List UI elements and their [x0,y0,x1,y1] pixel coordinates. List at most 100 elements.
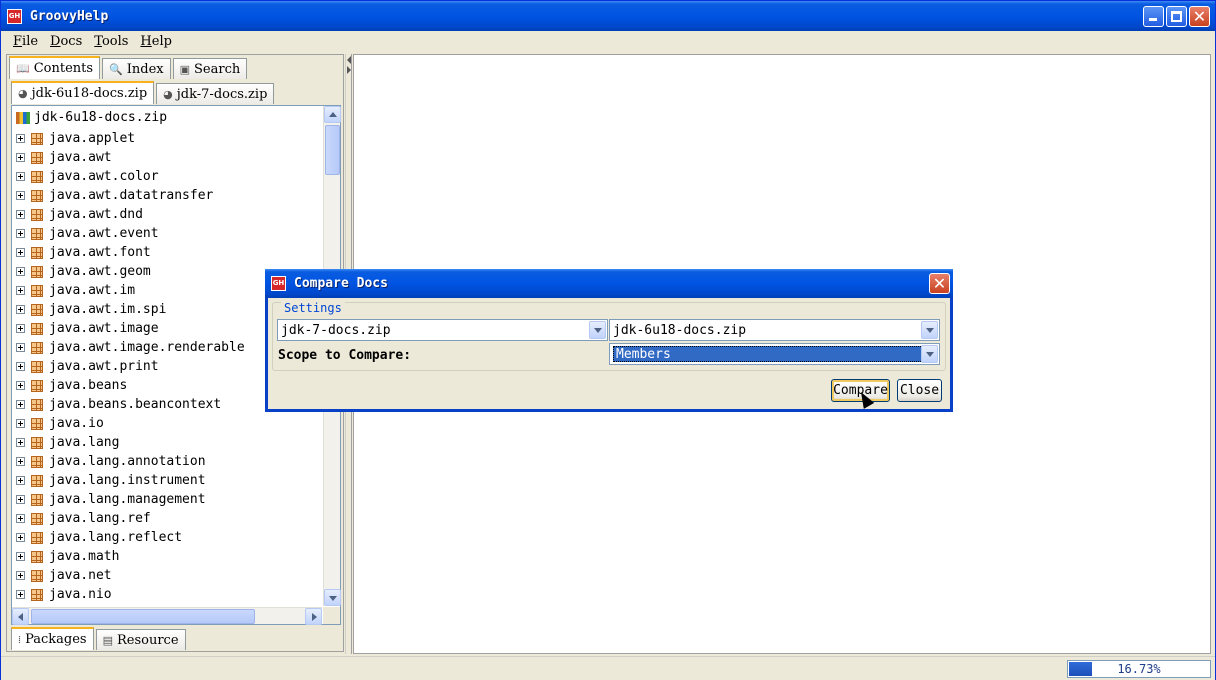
scope-select[interactable]: Members [609,343,940,365]
package-icon [31,550,43,563]
expand-icon[interactable] [16,457,25,466]
tree-item[interactable]: java.beans [16,376,127,395]
tree-item[interactable]: java.awt [16,148,112,167]
tab-packages[interactable]: ⁞ Packages [11,627,94,650]
tree-item[interactable]: java.beans.beancontext [16,395,221,414]
expand-icon[interactable] [16,248,25,257]
horizontal-scroll-thumb[interactable] [31,609,255,624]
expand-icon[interactable] [16,438,25,447]
expand-icon[interactable] [16,153,25,162]
tree-item[interactable]: java.awt.im [16,281,135,300]
compare-docs-dialog: GH Compare Docs ✕ Settings jdk-7-docs.zi… [265,269,953,412]
dialog-close-button[interactable]: ✕ [929,273,950,294]
expand-icon[interactable] [16,476,25,485]
expand-icon[interactable] [16,305,25,314]
expand-icon[interactable] [16,210,25,219]
close-button[interactable]: ✕ [1189,6,1210,27]
expand-icon[interactable] [16,419,25,428]
chevron-down-icon[interactable] [921,345,938,363]
title-bar[interactable]: GH GroovyHelp ✕ [1,1,1215,31]
tree-item[interactable]: java.awt.dnd [16,205,143,224]
expand-icon[interactable] [16,229,25,238]
collapse-right-icon[interactable] [347,66,351,74]
tab-doc-jdk7[interactable]: ◕ jdk-7-docs.zip [156,83,275,104]
expand-icon[interactable] [16,381,25,390]
tree-item[interactable]: java.lang [16,433,119,452]
tree-item[interactable]: java.lang.annotation [16,452,206,471]
expand-icon[interactable] [16,590,25,599]
tree-item[interactable]: java.lang.reflect [16,528,182,547]
tab-doc-jdk6[interactable]: ◕ jdk-6u18-docs.zip [11,81,155,104]
chevron-down-icon[interactable] [589,321,606,339]
menu-tools[interactable]: Tools [88,34,134,49]
minimize-button[interactable] [1143,6,1164,27]
expand-icon[interactable] [16,191,25,200]
right-doc-select[interactable]: jdk-6u18-docs.zip [609,319,940,341]
search-icon: ▣ [179,62,191,76]
expand-icon[interactable] [16,172,25,181]
tree-item[interactable]: java.applet [16,129,135,148]
package-icon [31,379,43,392]
expand-icon[interactable] [16,134,25,143]
tab-index[interactable]: 🔍 Index [102,58,171,79]
scroll-right-button[interactable] [305,608,322,625]
expand-icon[interactable] [16,571,25,580]
tree-item[interactable]: java.awt.event [16,224,159,243]
package-icon [31,189,43,202]
expand-icon[interactable] [16,552,25,561]
scroll-left-button[interactable] [12,608,29,625]
tree-item[interactable]: java.net [16,566,112,585]
close-icon: ✕ [932,274,947,293]
tree-item[interactable]: java.awt.datatransfer [16,186,213,205]
menu-help[interactable]: Help [134,34,178,49]
tab-resource[interactable]: ▤ Resource [95,629,186,650]
menu-file[interactable]: File [7,34,44,49]
packages-icon: ⁞ [18,633,22,646]
package-icon [31,227,43,240]
menu-docs[interactable]: Docs [44,34,88,49]
tree-item[interactable]: java.lang.instrument [16,471,206,490]
tree-item[interactable]: java.awt.color [16,167,159,186]
tree-root[interactable]: jdk-6u18-docs.zip [16,110,167,125]
tree-item[interactable]: java.math [16,547,119,566]
tree-item[interactable]: java.lang.ref [16,509,151,528]
expand-icon[interactable] [16,362,25,371]
tree-item[interactable]: java.awt.print [16,357,159,376]
package-icon [31,303,43,316]
expand-icon[interactable] [16,533,25,542]
horizontal-scrollbar[interactable] [12,607,322,625]
left-doc-select[interactable]: jdk-7-docs.zip [277,319,608,341]
maximize-button[interactable] [1166,6,1187,27]
resource-icon: ▤ [102,633,113,647]
package-icon [31,436,43,449]
tab-search[interactable]: ▣ Search [172,58,248,79]
expand-icon[interactable] [16,495,25,504]
scroll-up-button[interactable] [324,106,341,123]
expand-icon[interactable] [16,267,25,276]
package-icon [31,455,43,468]
expand-icon[interactable] [16,400,25,409]
main-window: GH GroovyHelp ✕ File Docs Tools Help 📖 Co… [0,0,1216,680]
close-dialog-button[interactable]: Close [897,379,942,402]
tree-item[interactable]: java.awt.image.renderable [16,338,245,357]
tree-item[interactable]: java.awt.font [16,243,151,262]
collapse-left-icon[interactable] [347,56,351,64]
tree-item[interactable]: java.awt.geom [16,262,151,281]
expand-icon[interactable] [16,343,25,352]
dialog-title-bar[interactable]: GH Compare Docs ✕ [265,269,953,298]
vertical-scroll-thumb[interactable] [325,125,340,175]
expand-icon[interactable] [16,286,25,295]
tree-item[interactable]: java.lang.management [16,490,206,509]
tree-item[interactable]: java.nio [16,585,112,604]
tree-item[interactable]: java.io [16,414,104,433]
tree-item[interactable]: java.awt.image [16,319,159,338]
tab-contents[interactable]: 📖 Contents [9,56,101,79]
tree-item[interactable]: java.awt.im.spi [16,300,166,319]
expand-icon[interactable] [16,514,25,523]
scroll-down-button[interactable] [324,589,341,606]
package-icon [31,341,43,354]
close-icon: ✕ [1192,7,1207,26]
chevron-down-icon[interactable] [921,321,938,339]
expand-icon[interactable] [16,324,25,333]
progress-text: 16.73% [1117,662,1161,676]
